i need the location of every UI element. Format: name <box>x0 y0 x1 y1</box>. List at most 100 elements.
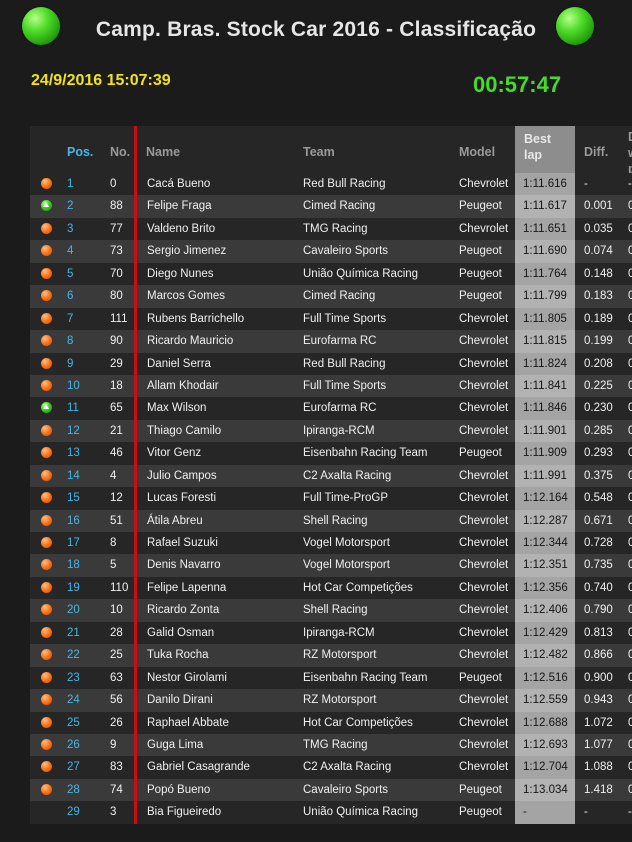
table-row[interactable]: 2 88 Felipe Fraga Cimed Racing Peugeot 1… <box>30 195 632 218</box>
best-lap-cell: 1:11.651 <box>515 217 575 241</box>
driver-name-cell: Thiago Camilo <box>147 424 222 437</box>
car-number-cell: 29 <box>110 357 123 370</box>
table-row[interactable]: 17 8 Rafael Suzuki Vogel Motorsport Chev… <box>30 532 632 555</box>
model-cell: Chevrolet <box>459 559 509 572</box>
table-row[interactable]: 8 90 Ricardo Mauricio Eurofarma RC Chevr… <box>30 330 632 353</box>
car-number-cell: 65 <box>110 402 123 415</box>
table-row[interactable]: 29 3 Bia Figueiredo União Química Racing… <box>30 801 632 824</box>
table-row[interactable]: 26 9 Guga Lima TMG Racing Chevrolet 1:12… <box>30 733 632 757</box>
table-row[interactable]: 15 12 Lucas Foresti Full Time-ProGP Chev… <box>30 487 632 510</box>
table-row[interactable]: 3 77 Valdeno Brito TMG Racing Chevrolet … <box>30 217 632 241</box>
driver-name-cell: Bia Figueiredo <box>147 806 222 819</box>
extra-cell: 0 <box>628 222 632 235</box>
table-row[interactable]: 9 29 Daniel Serra Red Bull Racing Chevro… <box>30 352 632 375</box>
diff-cell: 0.293 <box>584 447 613 460</box>
extra-cell: 0 <box>628 469 632 482</box>
orange-dot-icon <box>41 379 52 391</box>
diff-cell: 0.735 <box>584 559 613 572</box>
model-cell: Chevrolet <box>459 694 509 707</box>
column-header-best-lap[interactable]: Best lap <box>515 126 575 173</box>
diff-cell: 0.199 <box>584 335 613 348</box>
table-row[interactable]: 28 74 Popó Bueno Cavaleiro Sports Peugeo… <box>30 778 632 802</box>
position-cell: 25 <box>67 716 80 729</box>
position-cell: 13 <box>67 447 80 460</box>
table-row[interactable]: 1 0 Cacá Bueno Red Bull Racing Chevrolet… <box>30 173 632 196</box>
model-cell: Peugeot <box>459 671 502 684</box>
red-separator <box>134 554 137 577</box>
table-row[interactable]: 14 4 Julio Campos C2 Axalta Racing Chevr… <box>30 464 632 488</box>
driver-name-cell: Danilo Dirani <box>147 694 213 707</box>
diff-cell: 0.740 <box>584 581 613 594</box>
table-row[interactable]: 13 46 Vitor Genz Eisenbahn Racing Team P… <box>30 442 632 465</box>
team-cell: Cavaleiro Sports <box>303 783 389 796</box>
diff-cell: 0.548 <box>584 492 613 505</box>
table-row[interactable]: 25 26 Raphael Abbate Hot Car Competições… <box>30 711 632 734</box>
diff-cell: 0.148 <box>584 267 613 280</box>
position-cell: 15 <box>67 492 80 505</box>
red-separator <box>134 599 137 622</box>
table-row[interactable]: 22 25 Tuka Rocha RZ Motorsport Chevrolet… <box>30 644 632 667</box>
model-cell: Chevrolet <box>459 626 509 639</box>
best-lap-cell: 1:11.991 <box>515 464 575 488</box>
table-row[interactable]: 7 111 Rubens Barrichello Full Time Sport… <box>30 307 632 331</box>
model-cell: Chevrolet <box>459 335 509 348</box>
team-cell: Cavaleiro Sports <box>303 245 389 258</box>
extra-cell: 0 <box>628 290 632 303</box>
red-separator <box>134 756 137 779</box>
diff-cell: 0.189 <box>584 312 613 325</box>
best-lap-cell: 1:12.287 <box>515 509 575 532</box>
model-cell: Chevrolet <box>459 312 509 325</box>
table-row[interactable]: 5 70 Diego Nunes União Química Racing Pe… <box>30 262 632 286</box>
best-lap-cell: 1:11.901 <box>515 419 575 443</box>
best-lap-cell: 1:12.164 <box>515 487 575 510</box>
column-header-extra[interactable]: D w p <box>628 126 632 176</box>
car-number-cell: 70 <box>110 267 123 280</box>
driver-name-cell: Tuka Rocha <box>147 649 209 662</box>
car-number-cell: 90 <box>110 335 123 348</box>
table-row[interactable]: 10 18 Allam Khodair Full Time Sports Che… <box>30 374 632 398</box>
orange-dot-icon <box>41 694 52 706</box>
red-separator <box>134 621 137 645</box>
diff-cell: 1.077 <box>584 738 613 751</box>
team-cell: Hot Car Competições <box>303 581 413 594</box>
diff-cell: 0.074 <box>584 245 613 258</box>
driver-name-cell: Felipe Fraga <box>147 200 212 213</box>
table-row[interactable]: 19 110 Felipe Lapenna Hot Car Competiçõe… <box>30 576 632 600</box>
position-cell: 22 <box>67 649 80 662</box>
best-lap-cell: 1:12.693 <box>515 733 575 757</box>
car-number-cell: 51 <box>110 514 123 527</box>
table-row[interactable]: 4 73 Sergio Jimenez Cavaleiro Sports Peu… <box>30 240 632 263</box>
driver-name-cell: Felipe Lapenna <box>147 581 227 594</box>
car-number-cell: 9 <box>110 738 117 751</box>
orange-dot-icon <box>41 559 52 571</box>
team-cell: TMG Racing <box>303 222 368 235</box>
diff-cell: 1.088 <box>584 761 613 774</box>
table-row[interactable]: 16 51 Átila Abreu Shell Racing Chevrolet… <box>30 509 632 532</box>
table-row[interactable]: 23 63 Nestor Girolami Eisenbahn Racing T… <box>30 666 632 690</box>
position-cell: 12 <box>67 424 80 437</box>
model-cell: Chevrolet <box>459 424 509 437</box>
red-separator <box>134 711 137 734</box>
extra-cell: 0 <box>628 581 632 594</box>
table-row[interactable]: 21 28 Galid Osman Ipiranga-RCM Chevrolet… <box>30 621 632 645</box>
best-lap-cell: 1:11.617 <box>515 195 575 218</box>
red-separator <box>134 778 137 802</box>
table-row[interactable]: 27 83 Gabriel Casagrande C2 Axalta Racin… <box>30 756 632 779</box>
green-up-arrow-icon <box>41 402 52 414</box>
car-number-cell: 12 <box>110 492 123 505</box>
table-row[interactable]: 6 80 Marcos Gomes Cimed Racing Peugeot 1… <box>30 285 632 308</box>
team-cell: Red Bull Racing <box>303 357 386 370</box>
diff-cell: 0.285 <box>584 424 613 437</box>
car-number-cell: 77 <box>110 222 123 235</box>
team-cell: União Química Racing <box>303 267 419 280</box>
table-row[interactable]: 24 56 Danilo Dirani RZ Motorsport Chevro… <box>30 689 632 712</box>
diff-cell: 0.728 <box>584 537 613 549</box>
table-row[interactable]: 20 10 Ricardo Zonta Shell Racing Chevrol… <box>30 599 632 622</box>
table-row[interactable]: 11 65 Max Wilson Eurofarma RC Chevrolet … <box>30 397 632 420</box>
table-row[interactable]: 18 5 Denis Navarro Vogel Motorsport Chev… <box>30 554 632 577</box>
driver-name-cell: Max Wilson <box>147 402 207 415</box>
table-row[interactable]: 12 21 Thiago Camilo Ipiranga-RCM Chevrol… <box>30 419 632 443</box>
best-lap-cell: 1:11.805 <box>515 307 575 331</box>
team-cell: Ipiranga-RCM <box>303 626 375 639</box>
car-number-cell: 0 <box>110 178 117 190</box>
